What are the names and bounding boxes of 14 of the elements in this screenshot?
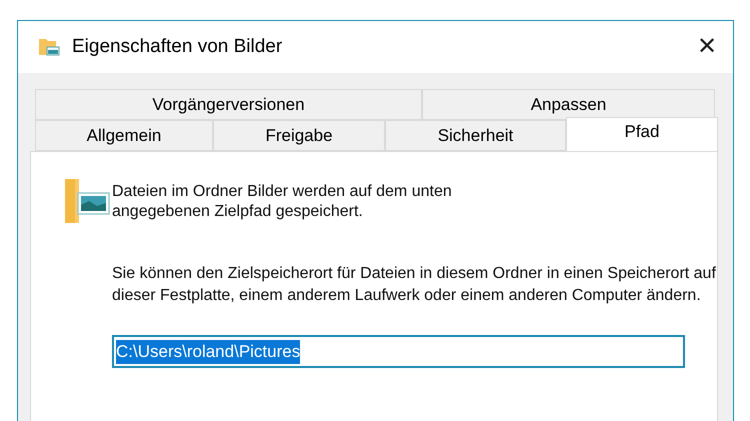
tab[interactable]: Anpassen bbox=[422, 89, 715, 120]
folder-icon bbox=[38, 36, 60, 58]
close-button[interactable]: ✕ bbox=[693, 35, 721, 59]
intro-text: Dateien im Ordner Bilder werden auf dem unten angegebenen Zielpfad gespeichert. bbox=[112, 182, 453, 222]
description-text: Sie können den Zielspeicherort für Dateien in diesem Ordner in einen Speicherort auf dieser Festplatte, einem anderem Laufwerk oder einem anderen Computer ändern. bbox=[112, 264, 717, 306]
path-field[interactable]: C:\Users\roland\Pictures bbox=[112, 335, 685, 368]
tab[interactable]: Allgemein bbox=[35, 120, 213, 151]
tab[interactable]: Vorgängerversionen bbox=[35, 89, 422, 120]
tab[interactable]: Sicherheit bbox=[385, 120, 566, 151]
folder-icon bbox=[63, 177, 111, 225]
window-title: Eigenschaften von Bilder bbox=[72, 34, 282, 59]
tab[interactable]: Freigabe bbox=[213, 120, 385, 151]
tab[interactable]: Pfad bbox=[566, 117, 718, 151]
path-value: C:\Users\roland\Pictures bbox=[116, 340, 300, 364]
